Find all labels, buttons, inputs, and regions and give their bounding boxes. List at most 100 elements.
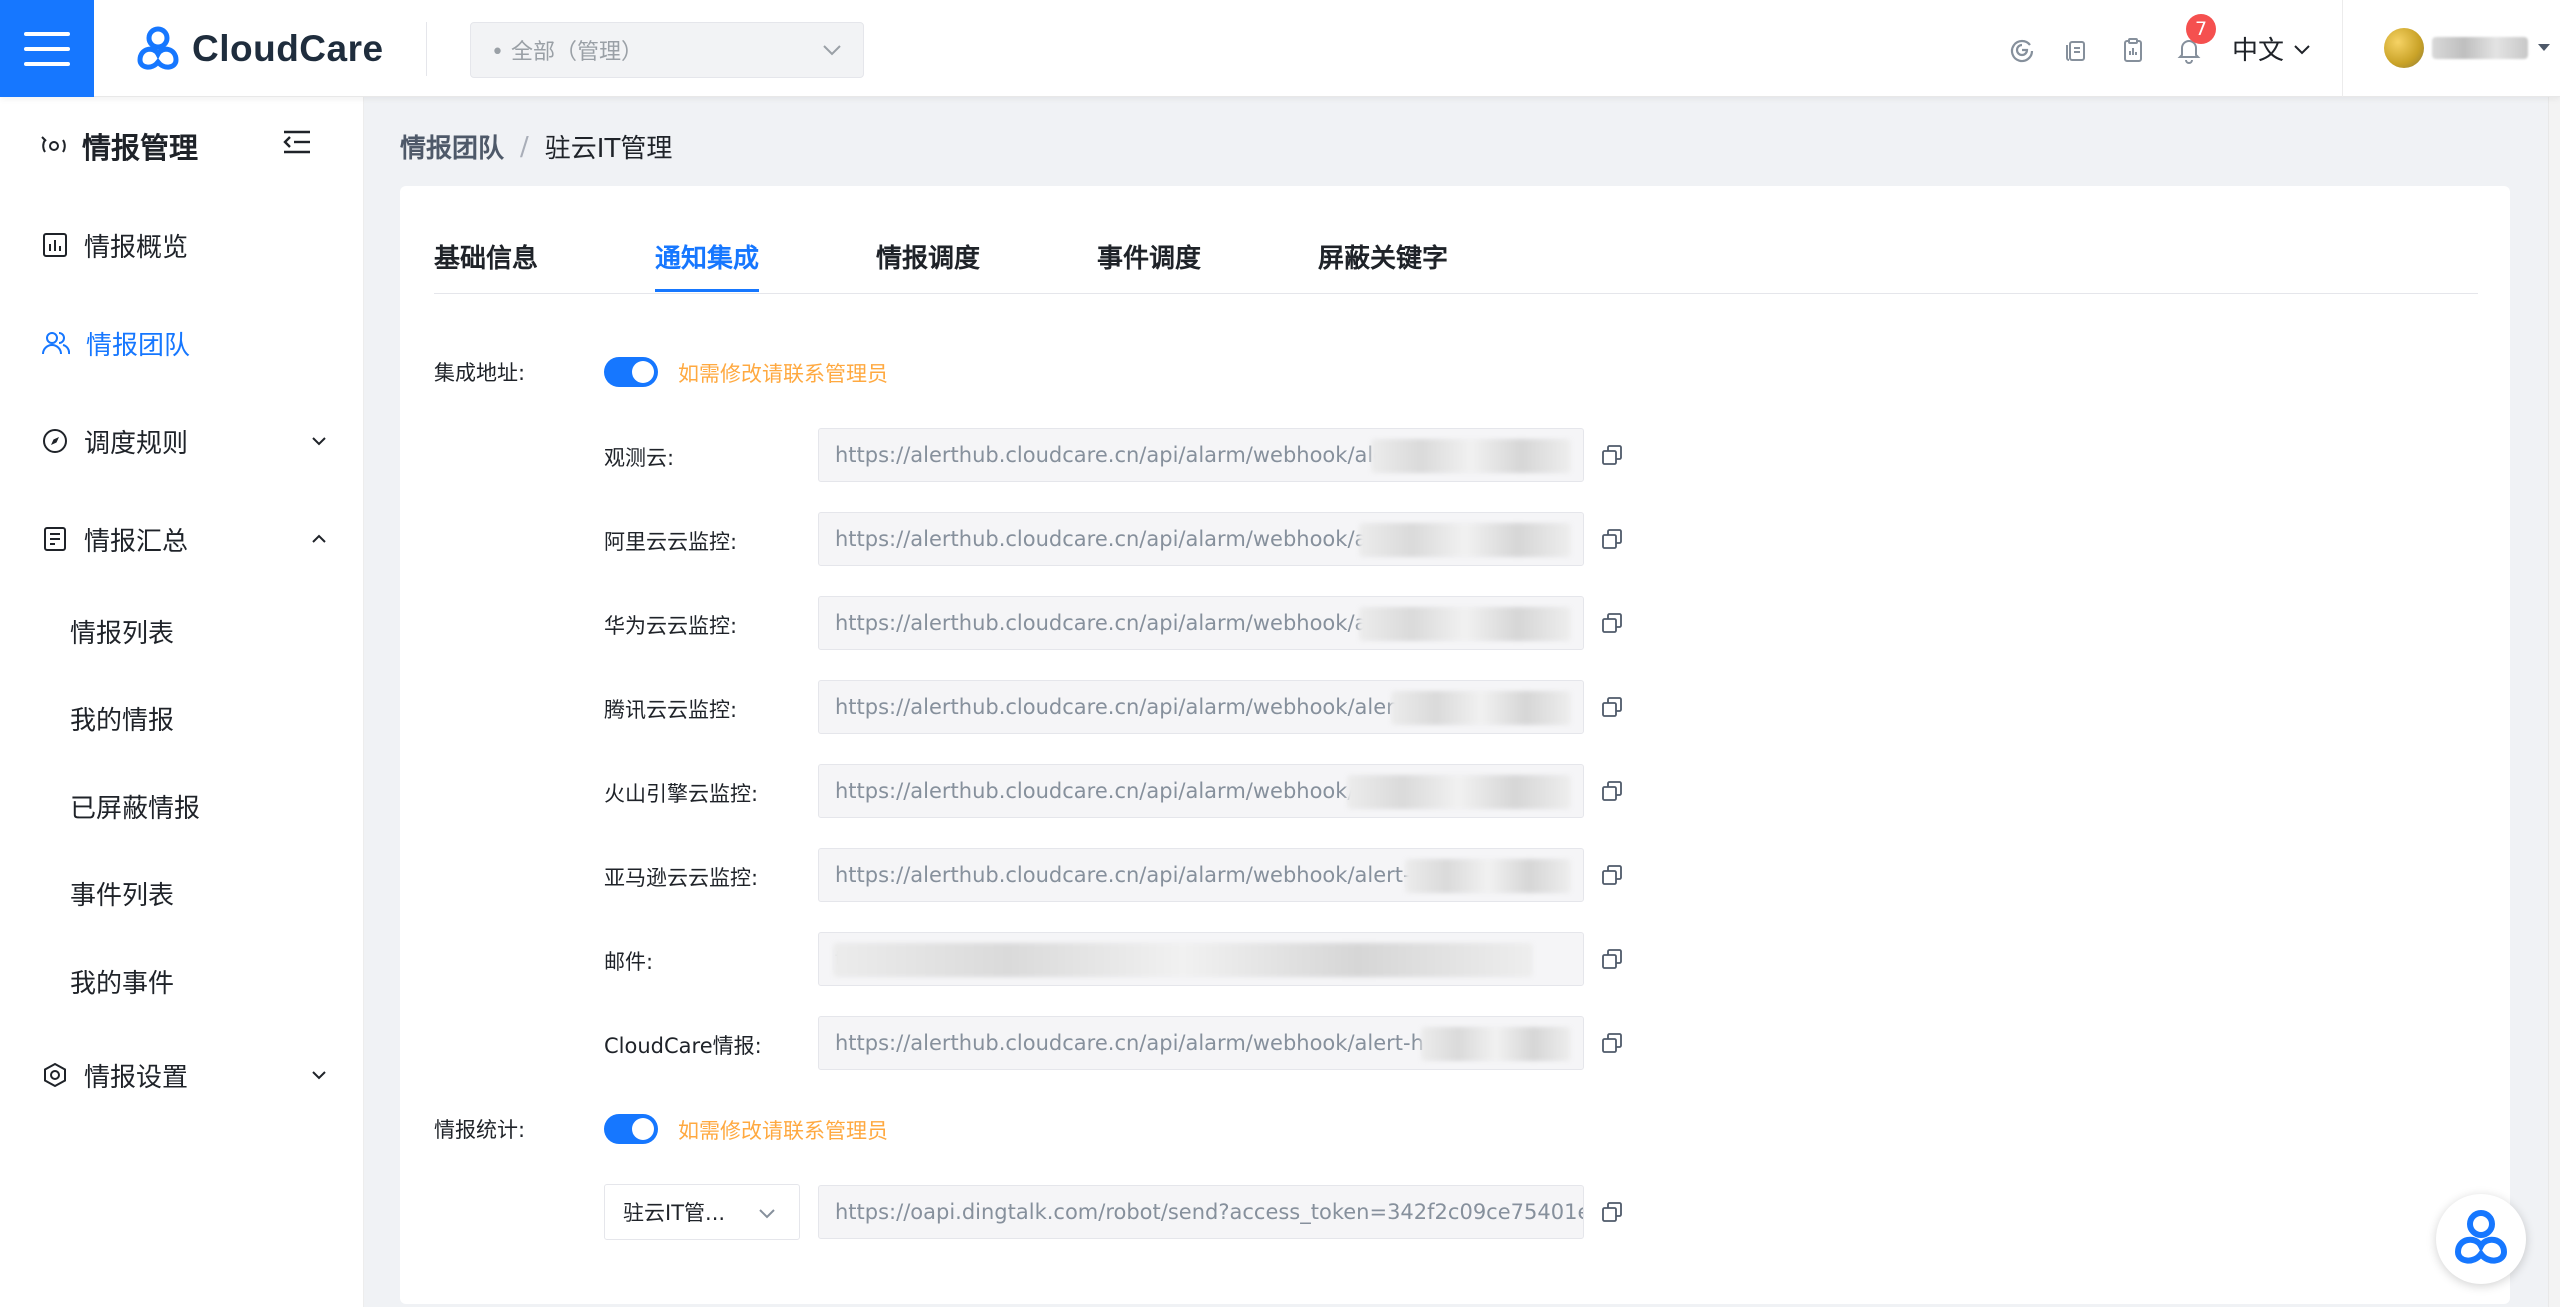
copy-button[interactable]: [1598, 1029, 1626, 1057]
cloudcare-logo-icon: [137, 26, 179, 70]
notes-icon: [44, 527, 66, 551]
tab-intel-dispatch[interactable]: 情报调度: [876, 238, 980, 289]
sidebar-item-label: 调度规则: [84, 428, 189, 459]
tab-basic-info[interactable]: 基础信息: [434, 238, 538, 289]
redaction-blur: [1371, 439, 1571, 473]
sidebar-item-summary[interactable]: 情报汇总: [0, 509, 364, 569]
webhook-url-text: https://alerthub.cloudcare.cn/api/alarm/…: [835, 527, 1387, 551]
copy-button[interactable]: [1598, 441, 1626, 469]
tab-notification-integration[interactable]: 通知集成: [655, 238, 760, 292]
sidebar-item-overview[interactable]: 情报概览: [0, 215, 364, 275]
sidebar-item-label: 情报设置: [84, 1062, 189, 1093]
integration-row-label: 观测云:: [604, 446, 675, 470]
redaction-blur: [1359, 523, 1571, 557]
copy-icon: [1602, 949, 1622, 969]
webhook-url-text: https://alerthub.cloudcare.cn/api/alarm/…: [835, 779, 1374, 803]
dingtalk-webhook-text: https://oapi.dingtalk.com/robot/send?acc…: [835, 1200, 1584, 1224]
sidebar-item-team[interactable]: 情报团队: [0, 313, 364, 373]
copy-button[interactable]: [1598, 609, 1626, 637]
sidebar-item-label: 情报汇总: [84, 526, 189, 557]
redaction-blur: [1421, 1027, 1571, 1061]
integration-row-label: 阿里云云监控:: [604, 530, 738, 554]
sidebar-item-dispatch-rules[interactable]: 调度规则: [0, 411, 364, 471]
webhook-url-text: https://alerthub.cloudcare.cn/api/alarm/…: [835, 443, 1395, 467]
integration-row-label: 腾讯云云监控:: [604, 698, 738, 722]
copy-button[interactable]: [1598, 861, 1626, 889]
email-address-field[interactable]: t: [818, 932, 1584, 986]
webhook-url-field[interactable]: https://alerthub.cloudcare.cn/api/alarm/…: [818, 1016, 1584, 1070]
webhook-url-field[interactable]: https://alerthub.cloudcare.cn/api/alarm/…: [818, 680, 1584, 734]
integration-row-label: 火山引擎云监控:: [604, 782, 759, 806]
dingtalk-webhook-field[interactable]: https://oapi.dingtalk.com/robot/send?acc…: [818, 1185, 1584, 1239]
copy-icon: [1602, 865, 1622, 885]
copy-button[interactable]: [1598, 945, 1626, 973]
copy-icon: [1602, 445, 1622, 465]
webhook-url-field[interactable]: https://alerthub.cloudcare.cn/api/alarm/…: [818, 596, 1584, 650]
refresh-icon[interactable]: [2007, 35, 2037, 65]
collapse-menu-icon: [283, 130, 310, 154]
copy-icon: [1602, 613, 1622, 633]
scope-select-value: • 全部（管理）: [491, 40, 643, 65]
breadcrumb-current: 驻云IT管理: [544, 134, 673, 164]
settings-hexagon-icon: [44, 1062, 66, 1088]
copy-icon: [1602, 781, 1622, 801]
sidebar-item-label: 情报概览: [84, 232, 189, 263]
sidebar-subitem-my-intel[interactable]: 我的情报: [70, 700, 174, 737]
sidebar-title: 情报管理: [40, 125, 198, 167]
tab-blocked-keywords[interactable]: 屏蔽关键字: [1318, 238, 1448, 289]
brand-logo[interactable]: CloudCare: [134, 24, 384, 74]
integration-row-label: 邮件:: [604, 950, 654, 974]
sidebar-subitem-event-list[interactable]: 事件列表: [70, 875, 174, 912]
webhook-url-field[interactable]: https://alerthub.cloudcare.cn/api/alarm/…: [818, 428, 1584, 482]
hamburger-menu-button[interactable]: [0, 0, 94, 97]
copy-icon: [1602, 529, 1622, 549]
copy-button[interactable]: [1598, 693, 1626, 721]
language-select[interactable]: 中文: [2232, 30, 2312, 67]
breadcrumb-separator: /: [520, 131, 529, 162]
sidebar-subitem-intel-list[interactable]: 情报列表: [70, 613, 174, 650]
user-menu[interactable]: [2384, 28, 2552, 68]
compass-icon: [43, 429, 67, 453]
sidebar-title-text: 情报管理: [82, 131, 199, 165]
language-label: 中文: [2232, 36, 2285, 66]
team-select[interactable]: 驻云IT管...: [604, 1184, 800, 1240]
integration-row-label: 亚马逊云云监控:: [604, 866, 759, 890]
chevron-down-icon: [759, 1209, 775, 1219]
webhook-url-field[interactable]: https://alerthub.cloudcare.cn/api/alarm/…: [818, 764, 1584, 818]
sidebar-item-settings[interactable]: 情报设置: [0, 1045, 364, 1105]
webhook-url-text: https://alerthub.cloudcare.cn/api/alarm/…: [835, 611, 1387, 635]
integration-address-label: 集成地址:: [434, 361, 526, 385]
bar-chart-icon: [43, 233, 67, 257]
webhook-url-field[interactable]: https://alerthub.cloudcare.cn/api/alarm/…: [818, 512, 1584, 566]
sidebar: 情报管理 情报概览 情报团队 调度规则 情报汇总 情报列表 我的情报 已屏蔽情报…: [0, 97, 364, 1307]
redaction-blur: [1347, 775, 1571, 809]
integration-row-label: CloudCare情报:: [604, 1034, 762, 1058]
integration-toggle[interactable]: [604, 357, 658, 387]
radar-icon: [41, 136, 66, 153]
statistics-toggle[interactable]: [604, 1114, 658, 1144]
copy-button[interactable]: [1598, 777, 1626, 805]
sidebar-subitem-blocked-intel[interactable]: 已屏蔽情报: [70, 788, 200, 825]
redaction-blur: [1405, 859, 1571, 893]
chevron-down-icon: [312, 1071, 326, 1080]
webhook-url-field[interactable]: https://alerthub.cloudcare.cn/api/alarm/…: [818, 848, 1584, 902]
copy-icon: [1602, 697, 1622, 717]
copy-button[interactable]: [1598, 1198, 1626, 1226]
clipboard-chart-icon[interactable]: [2118, 35, 2148, 65]
sidebar-item-label: 情报团队: [86, 330, 191, 361]
webhook-url-text: https://alerthub.cloudcare.cn/api/alarm/…: [835, 695, 1411, 719]
sidebar-subitem-my-events[interactable]: 我的事件: [70, 963, 174, 1000]
tab-event-dispatch[interactable]: 事件调度: [1097, 238, 1201, 289]
redaction-blur: [1359, 607, 1571, 641]
document-icon[interactable]: [2062, 35, 2092, 65]
page-scrollbar[interactable]: [2548, 97, 2560, 1307]
assistant-float-button[interactable]: [2436, 1194, 2526, 1284]
integration-row-label: 华为云云监控:: [604, 614, 738, 638]
copy-button[interactable]: [1598, 525, 1626, 553]
header-divider: [2342, 0, 2343, 97]
breadcrumb-parent[interactable]: 情报团队: [400, 128, 504, 165]
scope-select[interactable]: • 全部（管理）: [470, 22, 864, 78]
webhook-url-text: https://alerthub.cloudcare.cn/api/alarm/…: [835, 1031, 1451, 1055]
sidebar-collapse-button[interactable]: [282, 129, 312, 159]
copy-icon: [1602, 1202, 1622, 1222]
